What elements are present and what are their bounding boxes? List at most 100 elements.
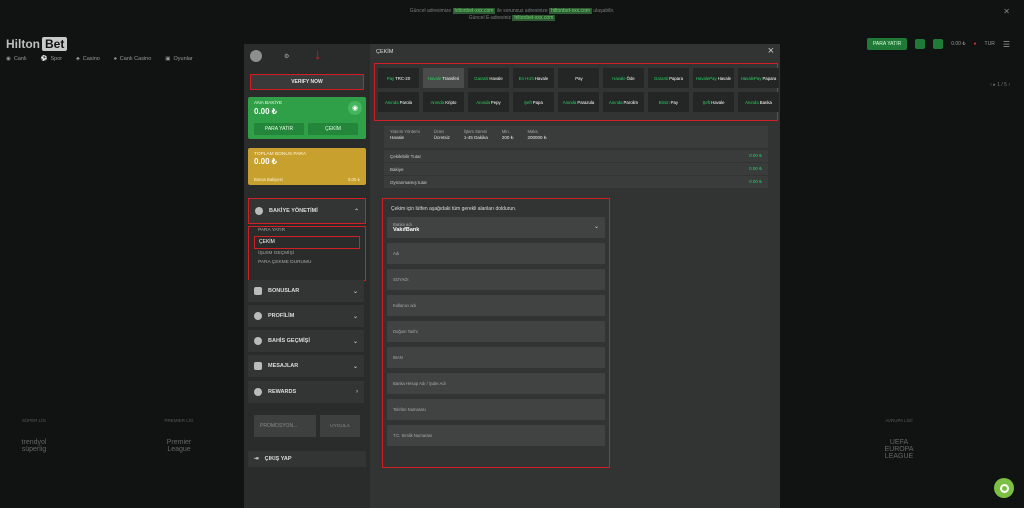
main-nav: ◉ Canlı ⚽ Spor ♣ Casino ♠ Canlı Casino ▣… — [6, 56, 193, 62]
payment-methods-grid: Pay TRC-20 Havale Transferi Garanti Havale En … — [374, 63, 779, 121]
withdraw-modal: ÇEKİM × Pay TRC-20 Havale Transferi Garanti H… — [370, 44, 780, 508]
chevron-down-icon: ⌄ — [352, 363, 358, 370]
payment-method-9[interactable]: Anında Parola — [378, 92, 419, 112]
language-select[interactable]: TUR — [985, 41, 995, 47]
brand-logo[interactable]: Hilton Bet — [6, 37, 68, 51]
submenu-deposit[interactable]: PARA YATIR — [258, 228, 285, 233]
mail-icon — [254, 362, 262, 370]
chevron-down-icon: ⌄ — [352, 338, 358, 345]
payment-method-6[interactable]: Garanti Papara — [648, 68, 689, 88]
payment-method-5[interactable]: Havale Öde — [603, 68, 644, 88]
user-icon[interactable]: ● — [974, 41, 977, 47]
note-link-3[interactable]: hiltonbet-xxx.com — [512, 15, 556, 21]
nav-item-live-casino[interactable]: ♠ Canlı Casino — [114, 56, 151, 62]
user-icon — [254, 312, 262, 320]
payment-method-14[interactable]: Anında Parolim — [603, 92, 644, 112]
header-balance: 0.00 ₺ — [951, 41, 966, 47]
note-text-2: Güncel E-adresiniz — [468, 15, 511, 21]
payment-method-8[interactable]: HavalePay Papara — [738, 68, 779, 88]
nav-item-sport[interactable]: ⚽ Spor — [41, 56, 62, 62]
submenu-withdraw[interactable]: ÇEKİM — [254, 236, 360, 249]
league-europa[interactable]: AVRUPA LİGİ UEFA EUROPA LEAGUE — [878, 418, 920, 460]
header-right: PARA YATIR 0.00 ₺ ● TUR ☰ — [866, 38, 1010, 50]
wallet-icon[interactable] — [915, 39, 926, 49]
live-chat-button[interactable] — [994, 478, 1014, 498]
bonus-row-value: 0.00 ₺ — [348, 177, 360, 182]
main-balance-card: ANA BAKİYE 0.00 ₺ ◉ PARA YATIR ÇEKİM — [248, 97, 366, 139]
submenu-withdraw-status[interactable]: PARA ÇEKME DURUMU — [258, 260, 311, 265]
submenu-history[interactable]: İŞLEM GEÇMİŞİ — [258, 251, 294, 256]
close-icon[interactable]: ✕ — [1003, 7, 1010, 16]
payment-method-13[interactable]: Anında Parazula — [558, 92, 599, 112]
form-field-4[interactable]: IBAN — [387, 347, 605, 368]
eye-icon[interactable]: ◉ — [348, 101, 362, 115]
form-field-6[interactable]: Telefon Numarası — [387, 399, 605, 420]
menu-profile[interactable]: PROFİLİM ⌄ — [248, 305, 364, 327]
form-field-2[interactable]: Kullanıcı adı — [387, 295, 605, 316]
form-field-0[interactable]: Adı — [387, 243, 605, 264]
gift-icon — [254, 287, 262, 295]
bonus-amount: 0.00 ₺ — [254, 157, 277, 166]
balance-management-menu[interactable]: BAKİYE YÖNETİMİ ⌃ — [248, 198, 366, 224]
note-link-2[interactable]: hiltonbet-xxx.com — [549, 8, 592, 14]
header-deposit-button[interactable]: PARA YATIR — [866, 38, 908, 50]
menu-messages[interactable]: MESAJLAR ⌄ — [248, 355, 364, 377]
logout-button[interactable]: ⇥ ÇIKIŞ YAP — [248, 451, 366, 467]
annotation-arrow: ↓ — [314, 46, 322, 63]
nav-item-games[interactable]: ▣ Oyunlar — [165, 56, 192, 62]
info-cell: Maks. 200000 ₺ — [527, 129, 547, 140]
note-text: Güncel adresimize — [409, 8, 452, 14]
balance-amount: 0.00 ₺ — [254, 107, 277, 116]
payment-method-12[interactable]: Şeft Papa — [513, 92, 554, 112]
payment-method-11[interactable]: Anında Pepy — [468, 92, 509, 112]
verify-now-button[interactable]: VERIFY NOW — [250, 74, 364, 90]
gift-icon[interactable] — [933, 39, 944, 49]
info-cell: İşlem Süresi 1-45 Dakika — [463, 129, 488, 140]
info-cell: Ücret Ücretsiz — [433, 129, 450, 140]
chevron-down-icon: ⌄ — [593, 224, 599, 230]
payment-method-16[interactable]: Şeft Havale — [693, 92, 734, 112]
note-text-end: ulaşabilir. — [593, 8, 615, 14]
modal-title: ÇEKİM — [376, 49, 394, 55]
close-icon[interactable]: × — [768, 45, 774, 57]
bonus-card: TOPLAM BONUS PARA 0.00 ₺ Bonus Bakiyesi 0… — [248, 148, 366, 185]
withdraw-button[interactable]: ÇEKİM — [308, 123, 358, 135]
menu-rewards[interactable]: REWARDS › — [248, 381, 364, 403]
menu-bet-history[interactable]: BAHİS GEÇMİŞİ ⌄ — [248, 330, 364, 352]
nav-item-casino[interactable]: ♣ Casino — [76, 56, 100, 62]
form-field-1[interactable]: SOYADI — [387, 269, 605, 290]
league-premier[interactable]: PREMIER LİG Premier League — [158, 418, 200, 453]
deposit-button[interactable]: PARA YATIR — [254, 123, 304, 135]
note-link-1[interactable]: hiltonbet-xxx.com — [452, 8, 496, 14]
payment-method-3[interactable]: En Hızlı Havale — [513, 68, 554, 88]
history-icon — [254, 337, 262, 345]
withdraw-form: Çekim için lütfen aşağıdaki tüm gerekli … — [382, 198, 610, 468]
top-announcement: Güncel adresimize hiltonbet-xxx.com ile … — [0, 8, 1024, 22]
menu-icon[interactable]: ☰ — [1003, 40, 1010, 49]
menu-bonuses[interactable]: BONUSLAR ⌄ — [248, 280, 364, 302]
method-info: Yatırım Yöntemi Havale Ücret Ücretsiz İşlem … — [384, 126, 768, 148]
payment-method-7[interactable]: HavalePay Havale — [693, 68, 734, 88]
form-field-7[interactable]: T.C. Kimlik Numarası — [387, 425, 605, 446]
nav-item-live[interactable]: ◉ Canlı — [6, 56, 27, 62]
gear-icon — [255, 207, 263, 215]
league-super-lig[interactable]: SÜPER LİG trendyol süperlig — [14, 418, 54, 453]
payment-method-0[interactable]: Pay TRC-20 — [378, 68, 419, 88]
payment-method-17[interactable]: Anında Banka — [738, 92, 779, 112]
payment-method-4[interactable]: Pay — [558, 68, 599, 88]
payment-method-2[interactable]: Garanti Havale — [468, 68, 509, 88]
form-heading: Çekim için lütfen aşağıdaki tüm gerekli … — [391, 206, 517, 212]
info-cell: Min. 200 ₺ — [501, 129, 514, 140]
apply-promo-button[interactable]: UYGULA — [320, 415, 360, 437]
payment-method-15[interactable]: Birsin Pay — [648, 92, 689, 112]
bank-select[interactable]: Banka adı VakıfBank ⌄ — [387, 217, 605, 238]
avatar[interactable] — [250, 50, 262, 62]
payment-method-1[interactable]: Havale Transferi — [423, 68, 464, 88]
promo-code-input[interactable]: PROMOSYON... — [254, 415, 316, 437]
info-cell: Yatırım Yöntemi Havale — [390, 129, 420, 140]
settings-icon[interactable]: ⚙ — [284, 53, 289, 60]
form-field-3[interactable]: Doğum Tarihi — [387, 321, 605, 342]
payment-method-10[interactable]: Anında Kripto — [423, 92, 464, 112]
form-field-5[interactable]: Banka Hesap Adı / Şube Adı — [387, 373, 605, 394]
banner-pager[interactable]: ‹ ▸ 1 / 5 › — [990, 82, 1010, 88]
